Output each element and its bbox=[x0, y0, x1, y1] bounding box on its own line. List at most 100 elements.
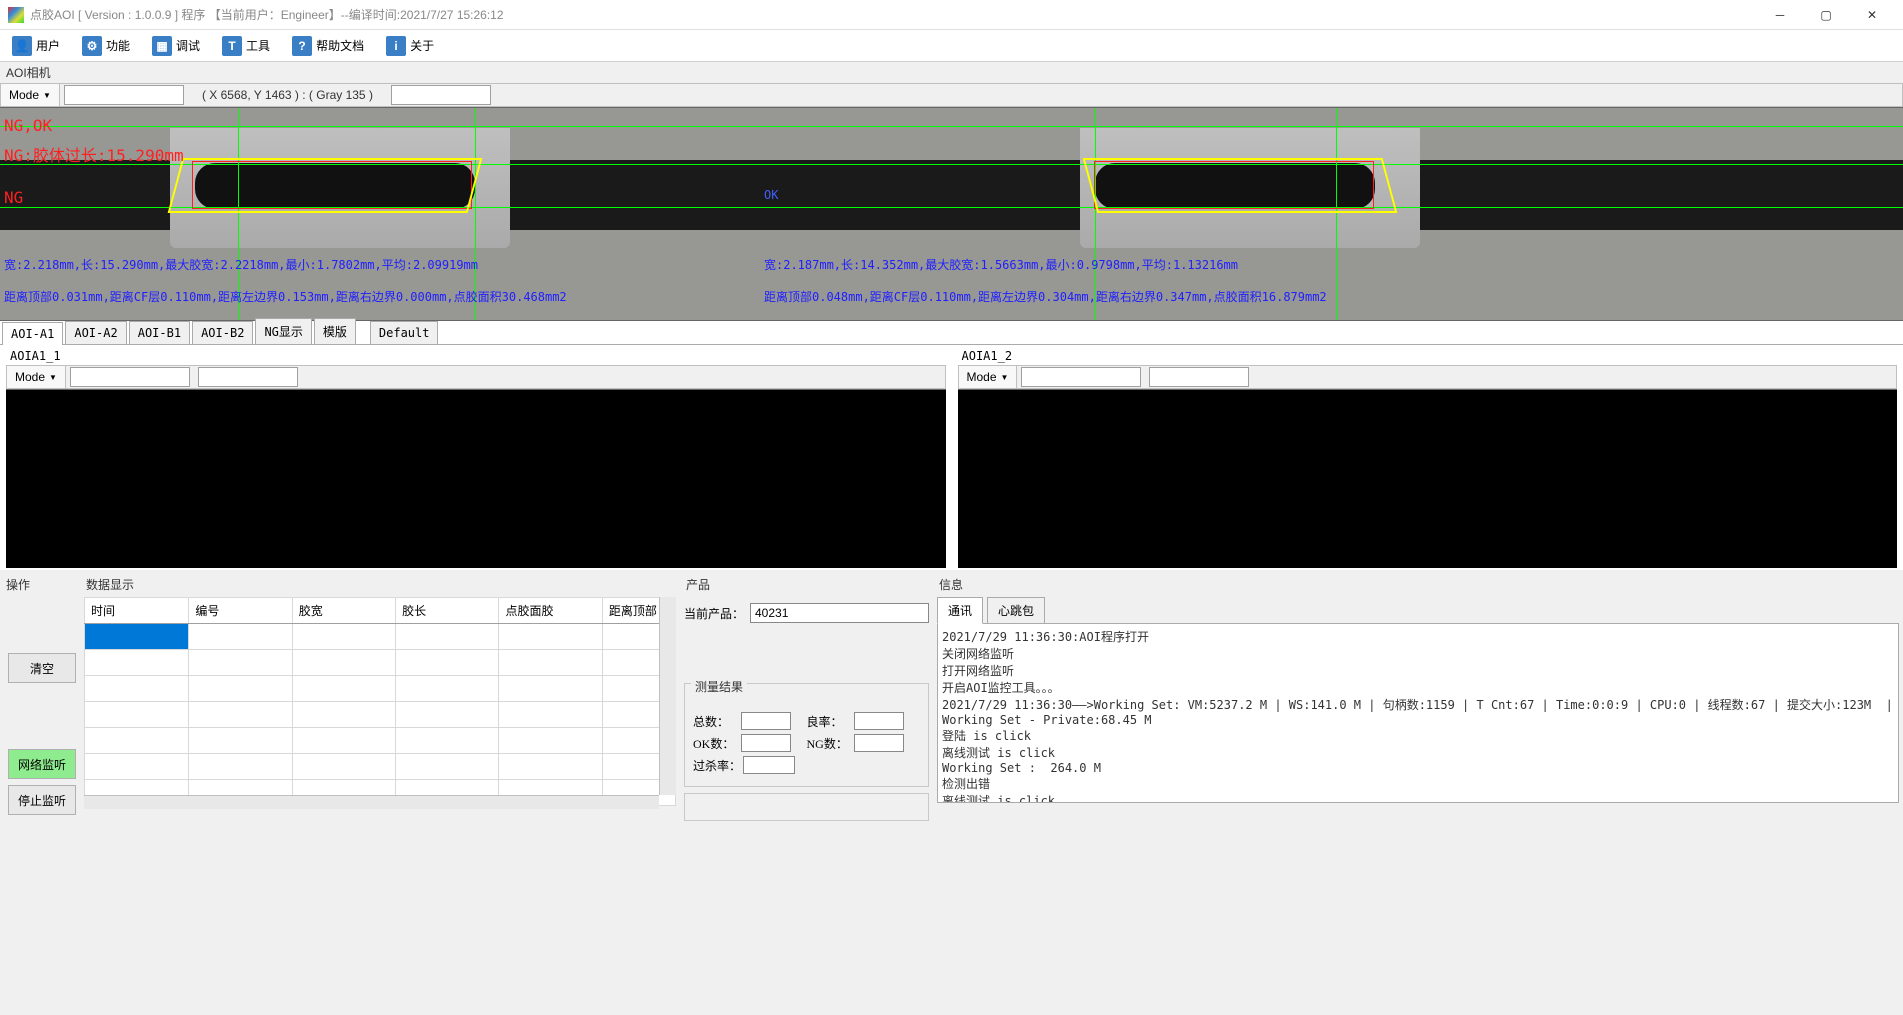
data-table[interactable]: 时间 编号 胶宽 胶长 点胶面胶 距离顶部 bbox=[84, 597, 676, 806]
overkill-label: 过杀率： bbox=[693, 757, 743, 774]
table-row[interactable] bbox=[85, 702, 676, 728]
camera-section-label: AOI相机 bbox=[0, 62, 1903, 83]
table-row[interactable] bbox=[85, 624, 676, 650]
col-length[interactable]: 胶长 bbox=[396, 598, 499, 624]
measure-label: 测量结果 bbox=[691, 678, 747, 688]
info-label: 信息 bbox=[937, 576, 1899, 597]
table-row[interactable] bbox=[85, 728, 676, 754]
mode-dropdown[interactable]: Mode ▼ bbox=[1, 84, 60, 106]
toolbar-debug-label: 调试 bbox=[176, 37, 200, 54]
pane-right: AOIA1_2 Mode▼ bbox=[952, 345, 1903, 570]
minimize-button[interactable]: ─ bbox=[1757, 1, 1803, 29]
debug-icon: ▦ bbox=[152, 36, 172, 56]
operations-panel: 操作 清空 网络监听 停止监听 bbox=[0, 572, 80, 1015]
overlay-error-1: NG:胶体过长:15.290mm bbox=[4, 142, 184, 166]
info-tab-heartbeat[interactable]: 心跳包 bbox=[987, 597, 1045, 624]
ok-value bbox=[741, 734, 791, 752]
toolbar-debug[interactable]: ▦ 调试 bbox=[144, 33, 208, 59]
toolbar-func[interactable]: ⚙ 功能 bbox=[74, 33, 138, 59]
info-log[interactable]: 2021/7/29 11:36:30:AOI程序打开 关闭网络监听 打开网络监听… bbox=[937, 623, 1899, 803]
help-icon: ? bbox=[292, 36, 312, 56]
table-hscroll[interactable] bbox=[84, 795, 659, 809]
network-listen-button[interactable]: 网络监听 bbox=[8, 749, 76, 779]
pane-left-modebar: Mode▼ bbox=[6, 365, 946, 389]
cursor-info: ( X 6568, Y 1463 ) : ( Gray 135 ) bbox=[188, 88, 387, 102]
tab-template[interactable]: 模版 bbox=[314, 318, 356, 344]
toolbar-tool-label: 工具 bbox=[246, 37, 270, 54]
toolbar-tool[interactable]: T 工具 bbox=[214, 33, 278, 59]
overlay-status: NG,OK bbox=[4, 116, 52, 135]
toolbar-func-label: 功能 bbox=[106, 37, 130, 54]
ng-label: NG数： bbox=[807, 735, 855, 752]
product-extra-box bbox=[684, 793, 929, 821]
toolbar-user[interactable]: 👤 用户 bbox=[4, 33, 68, 59]
inspection-image[interactable]: NG,OK NG:胶体过长:15.290mm NG OK 宽:2.218mm,长… bbox=[0, 107, 1903, 321]
bottom-area: 操作 清空 网络监听 停止监听 数据显示 时间 编号 胶宽 胶长 点胶面胶 距离… bbox=[0, 572, 1903, 1015]
pane-right-modebar: Mode▼ bbox=[958, 365, 1898, 389]
pane-left-view[interactable] bbox=[6, 389, 946, 568]
overlay-meas-left-1: 宽:2.218mm,长:15.290mm,最大胶宽:2.2218mm,最小:1.… bbox=[4, 256, 478, 273]
table-row[interactable] bbox=[85, 754, 676, 780]
col-area[interactable]: 点胶面胶 bbox=[499, 598, 602, 624]
info-panel: 信息 通讯 心跳包 2021/7/29 11:36:30:AOI程序打开 关闭网… bbox=[933, 572, 1903, 1015]
tab-aoi-a1[interactable]: AOI-A1 bbox=[2, 322, 63, 345]
tab-default[interactable]: Default bbox=[370, 321, 439, 344]
ok-label: OK数： bbox=[693, 735, 741, 752]
toolbar-about-label: 关于 bbox=[410, 37, 434, 54]
tab-aoi-a2[interactable]: AOI-A2 bbox=[65, 321, 126, 344]
pane-right-mode-dropdown[interactable]: Mode▼ bbox=[959, 366, 1018, 388]
col-number[interactable]: 编号 bbox=[189, 598, 292, 624]
tab-aoi-b1[interactable]: AOI-B1 bbox=[129, 321, 190, 344]
user-icon: 👤 bbox=[12, 36, 32, 56]
overlay-meas-right-2: 距离顶部0.048mm,距离CF层0.110mm,距离左边界0.304mm,距离… bbox=[764, 288, 1327, 305]
pane-right-view[interactable] bbox=[958, 389, 1898, 568]
chevron-down-icon: ▼ bbox=[49, 373, 57, 382]
clear-button[interactable]: 清空 bbox=[8, 653, 76, 683]
pane-left-mode-box[interactable] bbox=[70, 367, 190, 387]
current-product-input[interactable] bbox=[750, 603, 929, 623]
toolbar-about[interactable]: i 关于 bbox=[378, 33, 442, 59]
chevron-down-icon: ▼ bbox=[1001, 373, 1009, 382]
total-label: 总数： bbox=[693, 713, 741, 730]
info-tab-comm[interactable]: 通讯 bbox=[937, 597, 983, 624]
pane-right-title: AOIA1_2 bbox=[958, 347, 1898, 365]
maximize-button[interactable]: ▢ bbox=[1803, 1, 1849, 29]
stop-listen-button[interactable]: 停止监听 bbox=[8, 785, 76, 815]
toolbar-help[interactable]: ? 帮助文档 bbox=[284, 33, 372, 59]
tool-icon: T bbox=[222, 36, 242, 56]
app-icon bbox=[8, 7, 24, 23]
col-time[interactable]: 时间 bbox=[85, 598, 189, 624]
toolbar-user-label: 用户 bbox=[36, 37, 60, 54]
table-row[interactable] bbox=[85, 676, 676, 702]
ops-label: 操作 bbox=[4, 576, 76, 597]
mode-value-box-2[interactable] bbox=[391, 85, 491, 105]
pane-right-mode-box[interactable] bbox=[1021, 367, 1141, 387]
pane-left-mode-dropdown[interactable]: Mode▼ bbox=[7, 366, 66, 388]
pane-left-mode-box-2[interactable] bbox=[198, 367, 298, 387]
pane-left-title: AOIA1_1 bbox=[6, 347, 946, 365]
dual-pane: AOIA1_1 Mode▼ AOIA1_2 Mode▼ bbox=[0, 345, 1903, 570]
yield-label: 良率： bbox=[807, 713, 855, 730]
chevron-down-icon: ▼ bbox=[43, 91, 51, 100]
pane-right-mode-box-2[interactable] bbox=[1149, 367, 1249, 387]
tab-aoi-b2[interactable]: AOI-B2 bbox=[192, 321, 253, 344]
pane-left: AOIA1_1 Mode▼ bbox=[0, 345, 952, 570]
data-display-label: 数据显示 bbox=[84, 576, 676, 597]
overkill-value bbox=[743, 756, 795, 774]
window-title: 点胶AOI [ Version : 1.0.0.9 ] 程序 【当前用户：Eng… bbox=[30, 6, 1757, 23]
current-product-label: 当前产品： bbox=[684, 605, 750, 622]
gear-icon: ⚙ bbox=[82, 36, 102, 56]
tab-strip: AOI-A1 AOI-A2 AOI-B1 AOI-B2 NG显示 模版 Defa… bbox=[0, 321, 1903, 345]
table-vscroll[interactable] bbox=[659, 597, 676, 795]
close-button[interactable]: ✕ bbox=[1849, 1, 1895, 29]
product-panel: 产品 当前产品： 测量结果 总数： 良率： OK数： NG数： 过杀率： bbox=[680, 572, 933, 1015]
table-row[interactable] bbox=[85, 650, 676, 676]
product-label: 产品 bbox=[684, 576, 929, 597]
tab-ng-display[interactable]: NG显示 bbox=[255, 318, 311, 344]
overlay-error-2: NG bbox=[4, 188, 23, 207]
info-icon: i bbox=[386, 36, 406, 56]
info-tabs: 通讯 心跳包 bbox=[937, 597, 1899, 624]
col-width[interactable]: 胶宽 bbox=[292, 598, 395, 624]
mode-value-box[interactable] bbox=[64, 85, 184, 105]
mode-label: Mode bbox=[9, 88, 39, 102]
